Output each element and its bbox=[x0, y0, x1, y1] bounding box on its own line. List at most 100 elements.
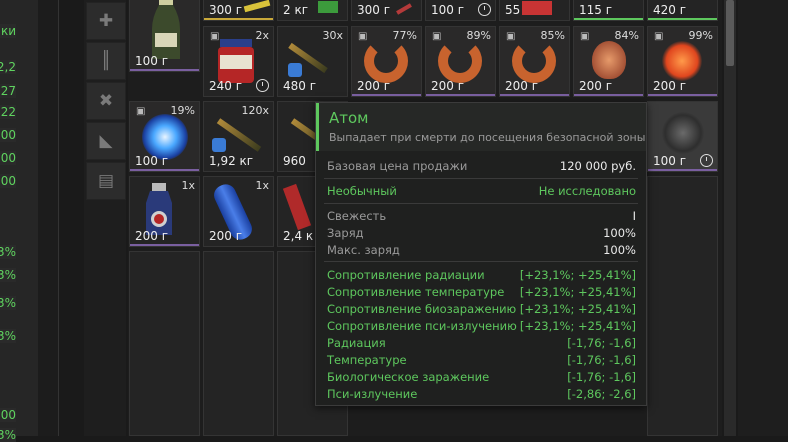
red-pack-icon bbox=[522, 1, 552, 15]
inventory-slot[interactable]: ▣ 19% 100 г bbox=[129, 101, 200, 172]
box-icon: ▤ bbox=[97, 171, 115, 191]
fish-icon bbox=[288, 63, 302, 77]
scrollbar-thumb[interactable] bbox=[726, 0, 734, 66]
inventory-slot[interactable]: 300 г bbox=[351, 0, 422, 21]
rarity-bar bbox=[648, 169, 717, 171]
stat-label: Заряд bbox=[327, 226, 364, 240]
rarity-bar bbox=[130, 244, 199, 246]
inventory-slot[interactable]: ▣ 2x 240 г bbox=[203, 26, 274, 97]
divider bbox=[324, 203, 638, 204]
inventory-slot[interactable]: 120x 1,92 кг bbox=[203, 101, 274, 172]
stat-row: Макс. заряд 100% bbox=[327, 243, 636, 257]
clock-icon bbox=[256, 79, 269, 92]
item-price: 200 г bbox=[357, 79, 391, 93]
category-medkit-button[interactable]: ✚ bbox=[86, 2, 126, 40]
inventory-slot[interactable]: ▣ 85% 200 г bbox=[499, 26, 570, 97]
penalty-row: Температуре [-1,76; -1,6] bbox=[327, 353, 636, 367]
stat-label: Свежесть bbox=[327, 209, 387, 223]
item-price: 100 г bbox=[653, 154, 687, 168]
left-fragment: ки bbox=[0, 24, 16, 38]
inventory-slot[interactable]: 300 г bbox=[203, 0, 274, 21]
left-value: 22 bbox=[0, 105, 16, 119]
rarity-bar bbox=[204, 18, 273, 20]
stat-row: Заряд 100% bbox=[327, 226, 636, 240]
item-price: 200 г bbox=[135, 229, 169, 243]
category-misc-button[interactable]: ◣ bbox=[86, 122, 126, 160]
medkit-icon: ✚ bbox=[98, 11, 114, 31]
rarity-row: Необычный Не исследовано bbox=[327, 184, 636, 198]
empty-slot[interactable] bbox=[129, 251, 200, 436]
item-price: 240 г bbox=[209, 79, 243, 93]
item-price: 2,4 к bbox=[283, 229, 314, 243]
empty-slot[interactable] bbox=[647, 176, 718, 436]
clock-icon bbox=[700, 154, 713, 167]
ruler-icon: ◣ bbox=[99, 131, 113, 151]
item-description: Выпадает при смерти до посещения безопас… bbox=[329, 131, 646, 144]
penalty-value: [-2,86; -2,6] bbox=[567, 387, 636, 401]
empty-slot[interactable] bbox=[203, 251, 274, 436]
penalty-value: [-1,76; -1,6] bbox=[567, 353, 636, 367]
bonus-row: Сопротивление биозаражению [+23,1%; +25,… bbox=[327, 302, 636, 316]
penalty-label: Биологическое заражение bbox=[327, 370, 490, 384]
bonus-value: [+23,1%; +25,41%] bbox=[519, 302, 636, 316]
category-tools-button[interactable]: ✖ bbox=[86, 82, 126, 120]
rarity-label: Необычный bbox=[327, 184, 397, 198]
inventory-slot[interactable]: 115 г bbox=[573, 0, 644, 21]
inventory-slot[interactable]: 55 bbox=[499, 0, 570, 21]
lock-icon: ▣ bbox=[506, 31, 516, 42]
category-ammo-button[interactable]: ║ bbox=[86, 42, 126, 80]
knife-icon bbox=[243, 0, 271, 13]
inventory-slot[interactable]: ▣ 89% 200 г bbox=[425, 26, 496, 97]
inventory-slot[interactable]: 2 кг bbox=[277, 0, 348, 21]
right-panel bbox=[738, 0, 788, 436]
penalty-value: [-1,76; -1,6] bbox=[567, 336, 636, 350]
inventory-slot-selected[interactable]: 100 г bbox=[647, 101, 718, 172]
inventory-slot[interactable]: ▣ 99% 200 г bbox=[647, 26, 718, 97]
lock-icon: ▣ bbox=[358, 31, 368, 42]
bonus-value: [+23,1%; +25,41%] bbox=[519, 285, 636, 299]
inventory-slot[interactable]: 420 г bbox=[647, 0, 718, 21]
left-value: 2,2 bbox=[0, 60, 16, 74]
item-count: 1x bbox=[181, 179, 195, 192]
inventory-slot[interactable]: ▣ 77% 200 г bbox=[351, 26, 422, 97]
item-price: 480 г bbox=[283, 79, 317, 93]
atom-artifact-icon bbox=[662, 112, 704, 154]
bonus-row: Сопротивление пси-излучению [+23,1%; +25… bbox=[327, 319, 636, 333]
bonus-label: Сопротивление температуре bbox=[327, 285, 505, 299]
left-value: 00 bbox=[0, 128, 16, 142]
lock-icon: ▣ bbox=[136, 106, 146, 117]
item-price: 200 г bbox=[505, 79, 539, 93]
bonus-label: Сопротивление пси-излучению bbox=[327, 319, 517, 333]
bonus-label: Сопротивление радиации bbox=[327, 268, 485, 282]
champagne-bottle-icon bbox=[152, 0, 180, 59]
stat-row: Свежесть I bbox=[327, 209, 636, 223]
inventory-slot[interactable]: 100 г bbox=[129, 0, 200, 72]
inventory-slot[interactable]: 100 г bbox=[425, 0, 496, 21]
left-value: 3% bbox=[0, 428, 16, 442]
item-count: 120x bbox=[241, 104, 269, 117]
rarity-bar bbox=[130, 69, 199, 71]
item-price: 100 г bbox=[135, 54, 169, 68]
item-count: 2x bbox=[255, 29, 269, 42]
category-storage-button[interactable]: ▤ bbox=[86, 162, 126, 200]
item-price: 300 г bbox=[357, 3, 391, 17]
item-price: 2 кг bbox=[283, 3, 309, 17]
stat-value: 100% bbox=[603, 243, 636, 257]
item-price: 200 г bbox=[653, 79, 687, 93]
item-price: 420 г bbox=[653, 3, 687, 17]
green-box-icon bbox=[318, 1, 338, 13]
wrench-icon: ✖ bbox=[98, 91, 114, 111]
left-value: 3% bbox=[0, 296, 16, 310]
item-count: 30x bbox=[322, 29, 343, 42]
item-price: 100 г bbox=[135, 154, 169, 168]
rarity-bar bbox=[500, 94, 569, 96]
inventory-slot[interactable]: 30x 480 г bbox=[277, 26, 348, 97]
bonus-value: [+23,1%; +25,41%] bbox=[519, 268, 636, 282]
inventory-slot[interactable]: 1x 200 г bbox=[129, 176, 200, 247]
inventory-slot[interactable]: ▣ 84% 200 г bbox=[573, 26, 644, 97]
item-price: 115 г bbox=[579, 3, 613, 17]
lock-icon: ▣ bbox=[654, 31, 664, 42]
stat-value: 100% bbox=[603, 226, 636, 240]
stat-label: Макс. заряд bbox=[327, 243, 400, 257]
inventory-slot[interactable]: 1x 200 г bbox=[203, 176, 274, 247]
